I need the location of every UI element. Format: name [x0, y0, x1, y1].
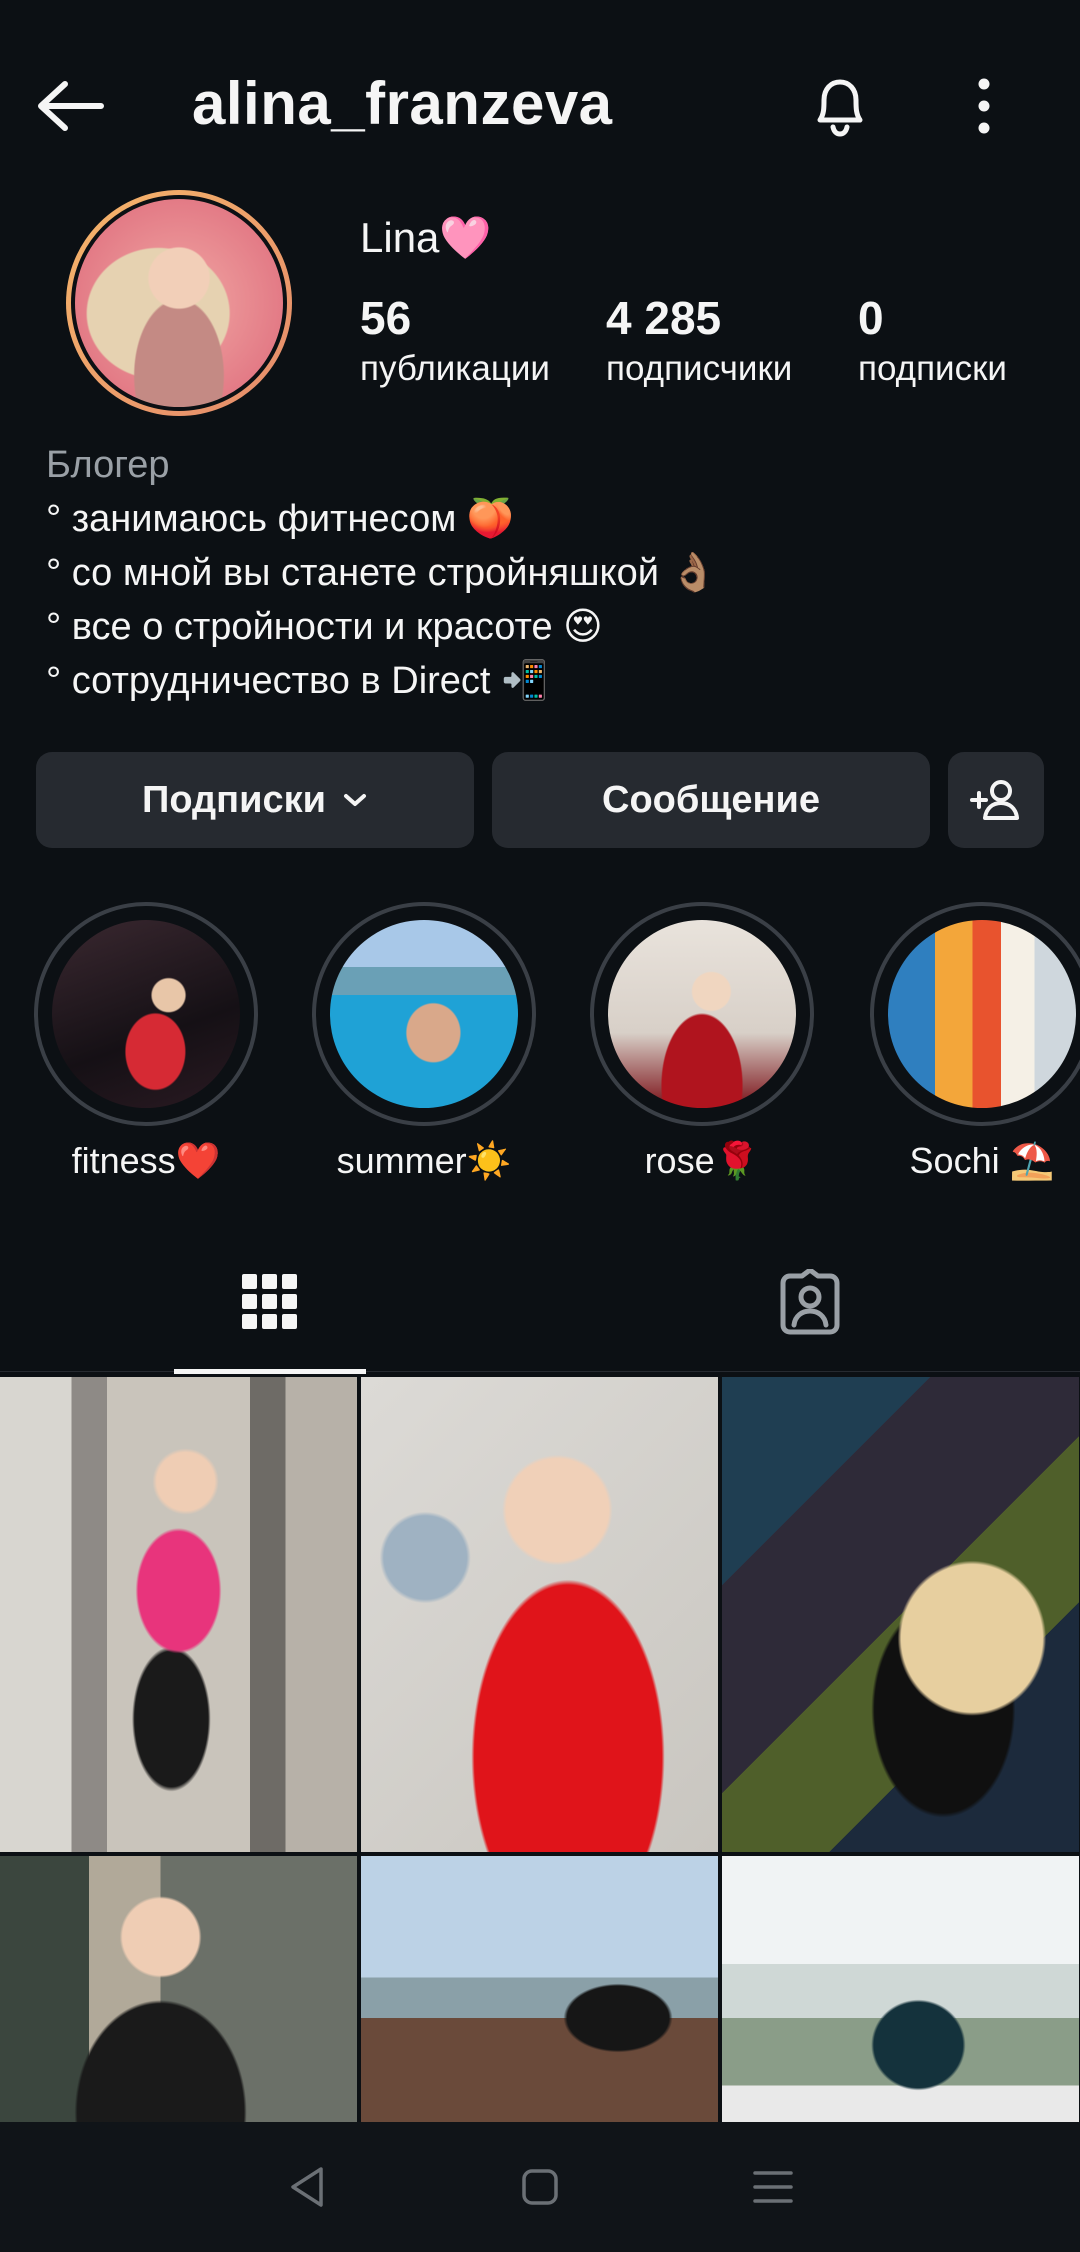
story-highlights: fitness❤️ summer☀️ rose🌹 Sochi ⛱️: [0, 902, 1080, 1202]
followers-count: 4 285: [606, 292, 722, 344]
post-thumbnail[interactable]: [722, 1856, 1079, 2122]
stat-posts[interactable]: 56 публикации: [360, 290, 550, 392]
message-button-label: Сообщение: [602, 778, 820, 821]
tagged-user-icon: [780, 1269, 840, 1335]
grid-icon: [242, 1274, 297, 1329]
stat-following[interactable]: 0 подписки: [858, 290, 1007, 392]
following-label: подписки: [858, 349, 1007, 388]
bio-line: ° все о стройности и красоте 😍: [46, 606, 603, 648]
highlight-cover: [52, 920, 240, 1108]
display-name: Lina🩷: [360, 214, 492, 261]
highlight-label: summer☀️: [336, 1140, 512, 1181]
nav-home-button[interactable]: [500, 2147, 580, 2227]
post-thumbnail[interactable]: [361, 1377, 718, 1852]
highlight-label: rose🌹: [644, 1140, 760, 1181]
nav-back-icon: [290, 2167, 323, 2207]
arrow-left-icon: [38, 81, 104, 131]
highlight-cover: [330, 920, 518, 1108]
bio-line: ° со мной вы станете стройняшкой 👌🏽: [46, 552, 717, 594]
highlight-label: Sochi ⛱️: [909, 1140, 1055, 1181]
highlight-label: fitness❤️: [71, 1140, 221, 1181]
following-button[interactable]: Подписки: [36, 752, 474, 848]
following-count: 0: [858, 292, 884, 344]
posts-grid: [0, 1377, 1080, 2122]
bio-line: ° сотрудничество в Direct 📲: [46, 660, 549, 702]
avatar: [71, 195, 287, 411]
stat-followers[interactable]: 4 285 подписчики: [606, 290, 792, 392]
followers-label: подписчики: [606, 349, 793, 388]
highlight-rose[interactable]: rose🌹: [590, 902, 814, 1182]
highlight-fitness[interactable]: fitness❤️: [34, 902, 258, 1182]
highlight-cover: [888, 920, 1076, 1108]
posts-count: 56: [360, 292, 412, 344]
person-add-icon: [970, 780, 1019, 820]
bell-icon: [817, 79, 863, 137]
highlight-ring: [590, 902, 814, 1126]
top-bar: alina_franzeva: [0, 0, 1080, 205]
tab-tagged[interactable]: [540, 1232, 1080, 1372]
nav-back-button[interactable]: [267, 2147, 347, 2227]
nav-recents-icon: [753, 2171, 794, 2203]
profile-tabs: [0, 1232, 1080, 1374]
chevron-down-icon: [342, 791, 368, 809]
post-thumbnail[interactable]: [722, 1377, 1079, 1852]
profile-avatar-ring[interactable]: [66, 190, 292, 416]
highlight-ring: [312, 902, 536, 1126]
highlight-sochi[interactable]: Sochi ⛱️: [870, 902, 1080, 1182]
highlight-ring: [870, 902, 1080, 1126]
profile-username: alina_franzeva: [192, 70, 613, 137]
post-thumbnail[interactable]: [0, 1377, 357, 1852]
profile-category: Блогер: [46, 444, 170, 486]
post-thumbnail[interactable]: [0, 1856, 357, 2122]
system-nav-bar: [0, 2122, 1080, 2252]
notifications-button[interactable]: [800, 66, 880, 146]
post-thumbnail[interactable]: [361, 1856, 718, 2122]
message-button[interactable]: Сообщение: [492, 752, 930, 848]
add-user-button[interactable]: [948, 752, 1044, 848]
highlight-summer[interactable]: summer☀️: [312, 902, 536, 1182]
following-button-label: Подписки: [142, 778, 326, 821]
tab-posts-grid[interactable]: [0, 1232, 540, 1374]
back-button[interactable]: [30, 66, 110, 146]
highlight-ring: [34, 902, 258, 1126]
profile-bio: Блогер ° занимаюсь фитнесом 🍑 ° со мной …: [46, 438, 1046, 708]
posts-label: публикации: [360, 349, 550, 388]
bio-line: ° занимаюсь фитнесом 🍑: [46, 498, 515, 540]
nav-home-icon: [522, 2169, 558, 2205]
nav-recents-button[interactable]: [733, 2147, 813, 2227]
highlight-cover: [608, 920, 796, 1108]
active-tab-indicator: [174, 1369, 366, 1374]
more-vertical-icon: [978, 78, 990, 134]
more-options-button[interactable]: [944, 66, 1024, 146]
